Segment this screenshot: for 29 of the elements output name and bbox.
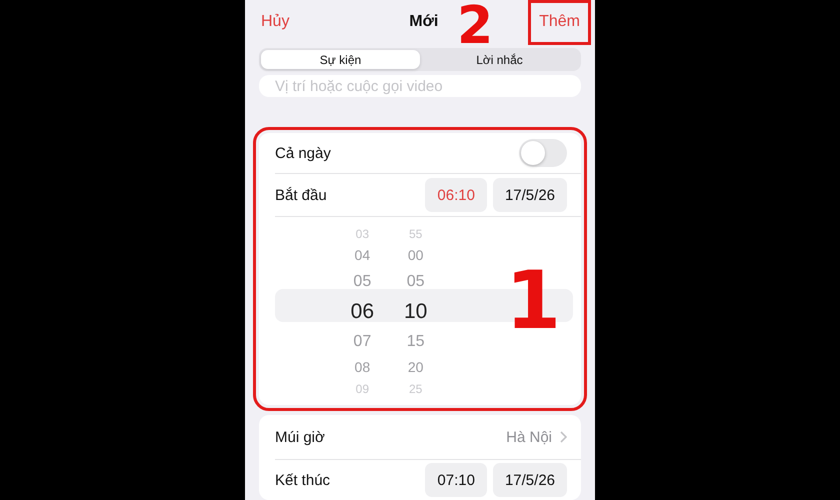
picker-value[interactable]: 20: [408, 354, 424, 380]
picker-value[interactable]: 06: [350, 294, 374, 328]
picker-value[interactable]: 05: [406, 268, 425, 294]
add-button[interactable]: Thêm: [528, 0, 591, 44]
start-time-button[interactable]: 06:10: [425, 178, 487, 212]
annotation-number: 2: [457, 0, 494, 52]
annotation-number: 1: [505, 261, 561, 341]
screen-title: Mới: [409, 13, 438, 31]
picker-value[interactable]: 00: [408, 242, 424, 268]
start-date-button[interactable]: 17/5/26: [492, 178, 567, 212]
picker-value[interactable]: 10: [404, 294, 428, 328]
all-day-label: Cả ngày: [275, 144, 332, 162]
all-day-toggle[interactable]: [519, 139, 567, 167]
picker-value[interactable]: 15: [406, 328, 425, 354]
picker-value[interactable]: 04: [354, 242, 370, 268]
timezone-value[interactable]: Hà Nội: [506, 428, 552, 446]
timezone-label: Múi giờ: [275, 428, 326, 446]
start-label: Bắt đầu: [275, 186, 328, 204]
picker-value[interactable]: 07: [353, 328, 372, 354]
segment-tab[interactable]: Lời nhắc: [420, 50, 579, 70]
end-label: Kết thúc: [275, 472, 332, 488]
end-time-button[interactable]: 07:10: [425, 463, 487, 497]
location-field[interactable]: Vị trí hoặc cuộc gọi video: [259, 75, 581, 97]
cancel-button[interactable]: Hủy: [259, 9, 292, 35]
picker-value[interactable]: 05: [353, 268, 372, 294]
picker-value[interactable]: 08: [354, 354, 370, 380]
chevron-right-icon: [560, 431, 567, 443]
end-date-button[interactable]: 17/5/26: [492, 463, 567, 497]
segment-tab[interactable]: Sự kiện: [261, 50, 420, 70]
